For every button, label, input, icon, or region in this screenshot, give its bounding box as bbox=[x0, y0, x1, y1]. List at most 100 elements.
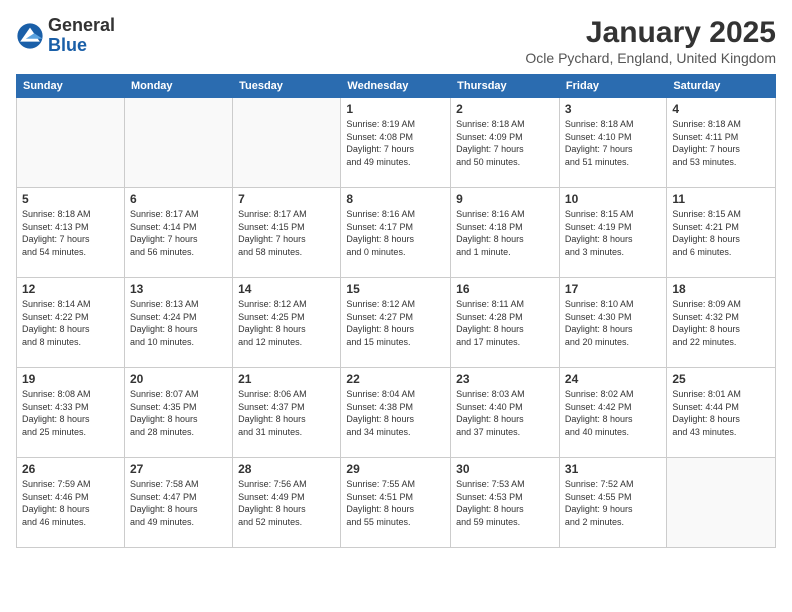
day-number: 31 bbox=[565, 462, 661, 476]
day-number: 17 bbox=[565, 282, 661, 296]
day-number: 11 bbox=[672, 192, 770, 206]
day-info: Sunrise: 8:13 AM Sunset: 4:24 PM Dayligh… bbox=[130, 298, 227, 348]
calendar-cell: 18Sunrise: 8:09 AM Sunset: 4:32 PM Dayli… bbox=[667, 278, 776, 368]
calendar-week-3: 12Sunrise: 8:14 AM Sunset: 4:22 PM Dayli… bbox=[17, 278, 776, 368]
day-number: 26 bbox=[22, 462, 119, 476]
day-info: Sunrise: 8:10 AM Sunset: 4:30 PM Dayligh… bbox=[565, 298, 661, 348]
day-info: Sunrise: 7:56 AM Sunset: 4:49 PM Dayligh… bbox=[238, 478, 335, 528]
calendar-cell: 2 Sunrise: 8:18 AM Sunset: 4:09 PM Daylig… bbox=[451, 98, 560, 188]
day-number: 6 bbox=[130, 192, 227, 206]
calendar-cell: 3Sunrise: 8:18 AM Sunset: 4:10 PM Daylig… bbox=[559, 98, 666, 188]
calendar-cell: 27 Sunrise: 7:58 AM Sunset: 4:47 PM Dayli… bbox=[124, 458, 232, 548]
calendar-cell bbox=[17, 98, 125, 188]
day-info: Sunrise: 8:18 AM Sunset: 4:10 PM Dayligh… bbox=[565, 118, 661, 168]
calendar-cell: 20Sunrise: 8:07 AM Sunset: 4:35 PM Dayli… bbox=[124, 368, 232, 458]
day-number: 9 bbox=[456, 192, 554, 206]
day-number: 2 bbox=[456, 102, 554, 116]
day-info: Sunrise: 8:18 AM Sunset: 4:09 PM Dayligh… bbox=[456, 118, 554, 168]
day-number: 5 bbox=[22, 192, 119, 206]
day-number: 23 bbox=[456, 372, 554, 386]
day-info: Sunrise: 7:55 AM Sunset: 4:51 PM Dayligh… bbox=[346, 478, 445, 528]
calendar-cell: 12Sunrise: 8:14 AM Sunset: 4:22 PM Dayli… bbox=[17, 278, 125, 368]
weekday-header-tuesday: Tuesday bbox=[233, 75, 341, 98]
calendar-cell: 29Sunrise: 7:55 AM Sunset: 4:51 PM Dayli… bbox=[341, 458, 451, 548]
day-number: 28 bbox=[238, 462, 335, 476]
logo-blue-text: Blue bbox=[48, 36, 115, 56]
weekday-header-friday: Friday bbox=[559, 75, 666, 98]
calendar-cell: 17 Sunrise: 8:10 AM Sunset: 4:30 PM Dayli… bbox=[559, 278, 666, 368]
day-info: Sunrise: 8:16 AM Sunset: 4:17 PM Dayligh… bbox=[346, 208, 445, 258]
day-number: 24 bbox=[565, 372, 661, 386]
day-info: Sunrise: 8:14 AM Sunset: 4:22 PM Dayligh… bbox=[22, 298, 119, 348]
day-info: Sunrise: 8:02 AM Sunset: 4:42 PM Dayligh… bbox=[565, 388, 661, 438]
weekday-header-wednesday: Wednesday bbox=[341, 75, 451, 98]
day-number: 14 bbox=[238, 282, 335, 296]
weekday-header-row: SundayMondayTuesdayWednesdayThursdayFrid… bbox=[17, 75, 776, 98]
calendar-cell: 7Sunrise: 8:17 AM Sunset: 4:15 PM Daylig… bbox=[233, 188, 341, 278]
calendar-cell bbox=[124, 98, 232, 188]
weekday-header-saturday: Saturday bbox=[667, 75, 776, 98]
calendar-cell: 1Sunrise: 8:19 AM Sunset: 4:08 PM Daylig… bbox=[341, 98, 451, 188]
day-info: Sunrise: 8:15 AM Sunset: 4:21 PM Dayligh… bbox=[672, 208, 770, 258]
calendar-cell: 28 Sunrise: 7:56 AM Sunset: 4:49 PM Dayli… bbox=[233, 458, 341, 548]
calendar-cell: 23Sunrise: 8:03 AM Sunset: 4:40 PM Dayli… bbox=[451, 368, 560, 458]
month-title: January 2025 bbox=[525, 16, 776, 50]
calendar-cell: 22 Sunrise: 8:04 AM Sunset: 4:38 PM Dayli… bbox=[341, 368, 451, 458]
day-number: 21 bbox=[238, 372, 335, 386]
day-info: Sunrise: 8:18 AM Sunset: 4:13 PM Dayligh… bbox=[22, 208, 119, 258]
day-info: Sunrise: 8:12 AM Sunset: 4:27 PM Dayligh… bbox=[346, 298, 445, 348]
day-info: Sunrise: 8:17 AM Sunset: 4:14 PM Dayligh… bbox=[130, 208, 227, 258]
location-subtitle: Ocle Pychard, England, United Kingdom bbox=[525, 50, 776, 66]
logo-general-text: General bbox=[48, 16, 115, 36]
page-header: General Blue January 2025 Ocle Pychard, … bbox=[16, 16, 776, 66]
day-number: 1 bbox=[346, 102, 445, 116]
calendar-cell: 5 Sunrise: 8:18 AM Sunset: 4:13 PM Daylig… bbox=[17, 188, 125, 278]
calendar-cell bbox=[233, 98, 341, 188]
day-info: Sunrise: 8:06 AM Sunset: 4:37 PM Dayligh… bbox=[238, 388, 335, 438]
day-info: Sunrise: 8:04 AM Sunset: 4:38 PM Dayligh… bbox=[346, 388, 445, 438]
day-info: Sunrise: 7:59 AM Sunset: 4:46 PM Dayligh… bbox=[22, 478, 119, 528]
calendar-cell: 26 Sunrise: 7:59 AM Sunset: 4:46 PM Dayli… bbox=[17, 458, 125, 548]
day-info: Sunrise: 7:53 AM Sunset: 4:53 PM Dayligh… bbox=[456, 478, 554, 528]
day-info: Sunrise: 8:16 AM Sunset: 4:18 PM Dayligh… bbox=[456, 208, 554, 258]
calendar-cell: 25Sunrise: 8:01 AM Sunset: 4:44 PM Dayli… bbox=[667, 368, 776, 458]
calendar-cell: 19 Sunrise: 8:08 AM Sunset: 4:33 PM Dayli… bbox=[17, 368, 125, 458]
calendar-cell: 24 Sunrise: 8:02 AM Sunset: 4:42 PM Dayli… bbox=[559, 368, 666, 458]
title-block: January 2025 Ocle Pychard, England, Unit… bbox=[525, 16, 776, 66]
weekday-header-sunday: Sunday bbox=[17, 75, 125, 98]
calendar-cell: 31 Sunrise: 7:52 AM Sunset: 4:55 PM Dayli… bbox=[559, 458, 666, 548]
calendar-cell bbox=[667, 458, 776, 548]
logo: General Blue bbox=[16, 16, 115, 56]
calendar-cell: 13Sunrise: 8:13 AM Sunset: 4:24 PM Dayli… bbox=[124, 278, 232, 368]
calendar-cell: 10Sunrise: 8:15 AM Sunset: 4:19 PM Dayli… bbox=[559, 188, 666, 278]
day-info: Sunrise: 8:08 AM Sunset: 4:33 PM Dayligh… bbox=[22, 388, 119, 438]
calendar-cell: 9 Sunrise: 8:16 AM Sunset: 4:18 PM Daylig… bbox=[451, 188, 560, 278]
day-number: 22 bbox=[346, 372, 445, 386]
day-number: 4 bbox=[672, 102, 770, 116]
day-number: 27 bbox=[130, 462, 227, 476]
day-info: Sunrise: 8:18 AM Sunset: 4:11 PM Dayligh… bbox=[672, 118, 770, 168]
logo-icon bbox=[16, 22, 44, 50]
calendar-week-5: 26 Sunrise: 7:59 AM Sunset: 4:46 PM Dayli… bbox=[17, 458, 776, 548]
day-info: Sunrise: 8:09 AM Sunset: 4:32 PM Dayligh… bbox=[672, 298, 770, 348]
day-number: 10 bbox=[565, 192, 661, 206]
calendar-cell: 16Sunrise: 8:11 AM Sunset: 4:28 PM Dayli… bbox=[451, 278, 560, 368]
day-number: 30 bbox=[456, 462, 554, 476]
weekday-header-monday: Monday bbox=[124, 75, 232, 98]
day-info: Sunrise: 8:12 AM Sunset: 4:25 PM Dayligh… bbox=[238, 298, 335, 348]
day-info: Sunrise: 8:17 AM Sunset: 4:15 PM Dayligh… bbox=[238, 208, 335, 258]
calendar-week-4: 19 Sunrise: 8:08 AM Sunset: 4:33 PM Dayli… bbox=[17, 368, 776, 458]
day-info: Sunrise: 7:52 AM Sunset: 4:55 PM Dayligh… bbox=[565, 478, 661, 528]
calendar-cell: 8 Sunrise: 8:16 AM Sunset: 4:17 PM Daylig… bbox=[341, 188, 451, 278]
day-info: Sunrise: 7:58 AM Sunset: 4:47 PM Dayligh… bbox=[130, 478, 227, 528]
calendar-cell: 11 Sunrise: 8:15 AM Sunset: 4:21 PM Dayli… bbox=[667, 188, 776, 278]
calendar-cell: 6 Sunrise: 8:17 AM Sunset: 4:14 PM Daylig… bbox=[124, 188, 232, 278]
calendar-cell: 14 Sunrise: 8:12 AM Sunset: 4:25 PM Dayli… bbox=[233, 278, 341, 368]
day-number: 19 bbox=[22, 372, 119, 386]
day-info: Sunrise: 8:01 AM Sunset: 4:44 PM Dayligh… bbox=[672, 388, 770, 438]
calendar-table: SundayMondayTuesdayWednesdayThursdayFrid… bbox=[16, 74, 776, 548]
calendar-cell: 21 Sunrise: 8:06 AM Sunset: 4:37 PM Dayli… bbox=[233, 368, 341, 458]
day-number: 20 bbox=[130, 372, 227, 386]
weekday-header-thursday: Thursday bbox=[451, 75, 560, 98]
day-number: 8 bbox=[346, 192, 445, 206]
